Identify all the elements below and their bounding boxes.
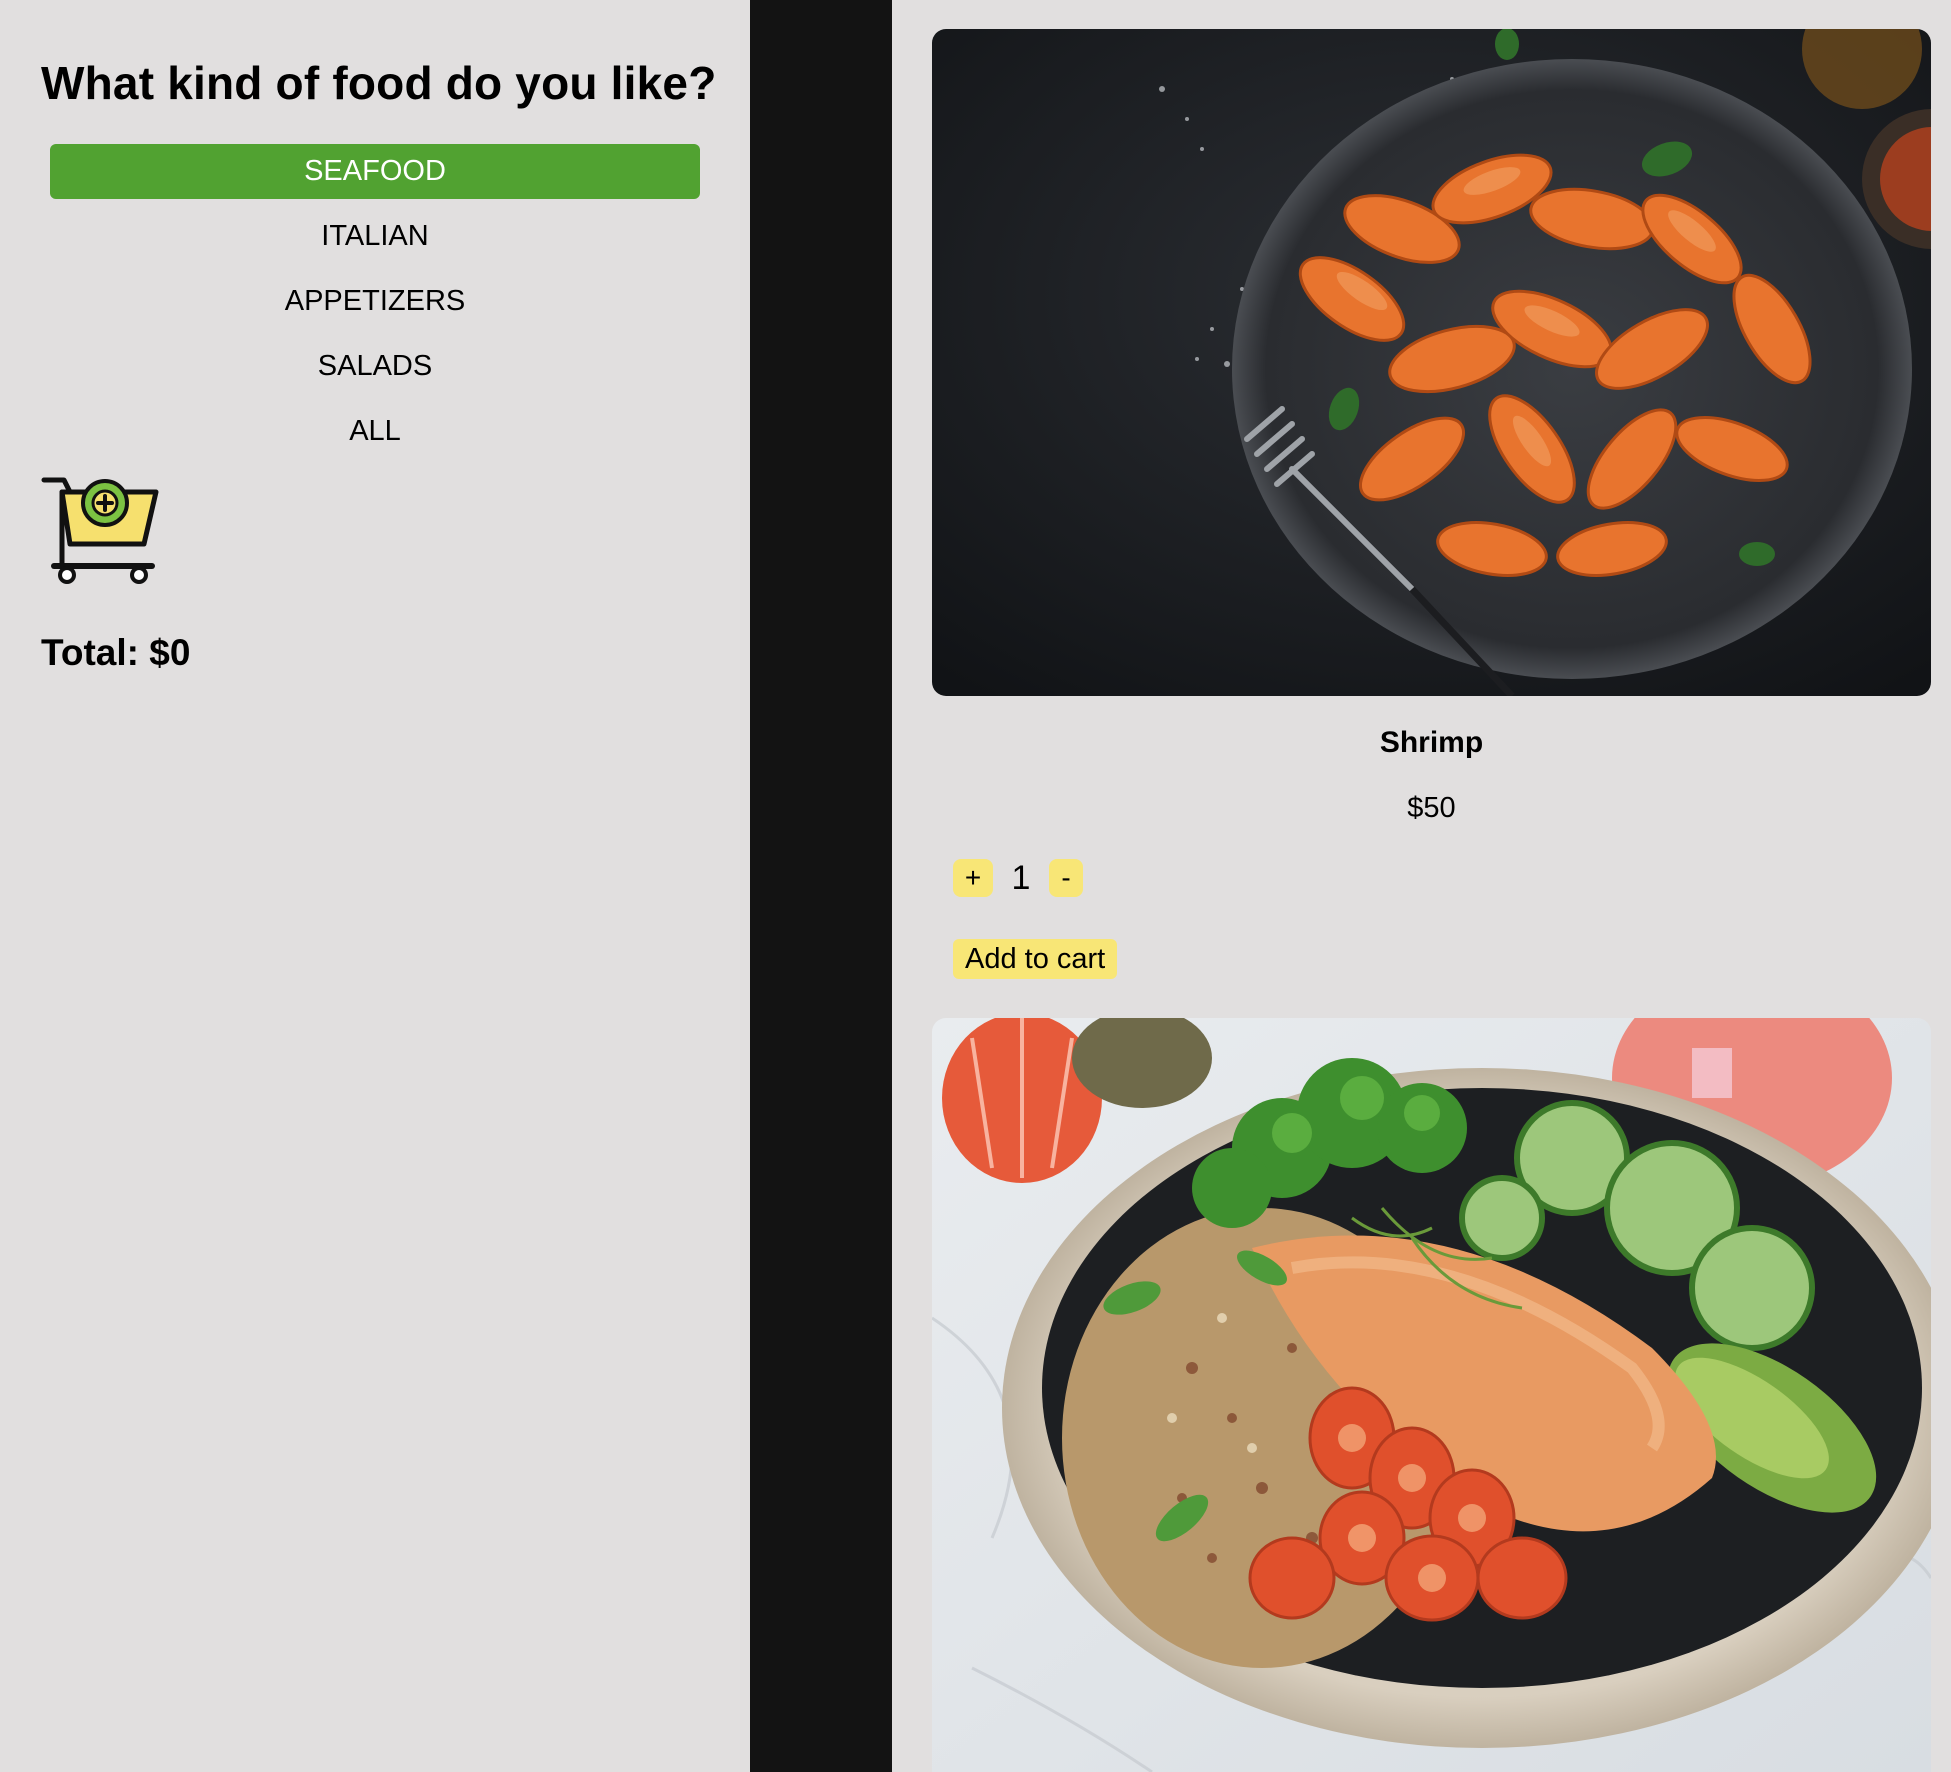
panel-divider [750,0,892,1772]
decrement-button[interactable]: - [1049,859,1083,897]
page-title: What kind of food do you like? [41,57,717,109]
product-list: Shrimp $50 + 1 - Add to cart [892,0,1951,1772]
product-price: $50 [1407,792,1456,824]
sidebar: What kind of food do you like? SEAFOOD I… [0,0,750,1772]
total-label: Total: [41,632,139,673]
increment-button[interactable]: + [953,859,993,897]
category-appetizers[interactable]: APPETIZERS [50,274,700,329]
category-seafood[interactable]: SEAFOOD [50,144,700,199]
category-salads[interactable]: SALADS [50,339,700,394]
product-name: Shrimp [1379,726,1484,759]
salmon-bowl-photo [932,1018,1931,1772]
cart-add-icon[interactable] [40,474,160,586]
category-all[interactable]: ALL [50,404,700,459]
category-list: SEAFOOD ITALIAN APPETIZERS SALADS ALL [50,144,700,469]
quantity-value: 1 [1011,858,1031,897]
shrimp-photo [932,29,1931,696]
cart-total: Total: $0 [41,632,190,674]
quantity-stepper: + 1 - [953,858,1083,898]
category-italian[interactable]: ITALIAN [50,209,700,264]
add-to-cart-button[interactable]: Add to cart [953,939,1118,979]
total-value: $0 [149,632,191,673]
